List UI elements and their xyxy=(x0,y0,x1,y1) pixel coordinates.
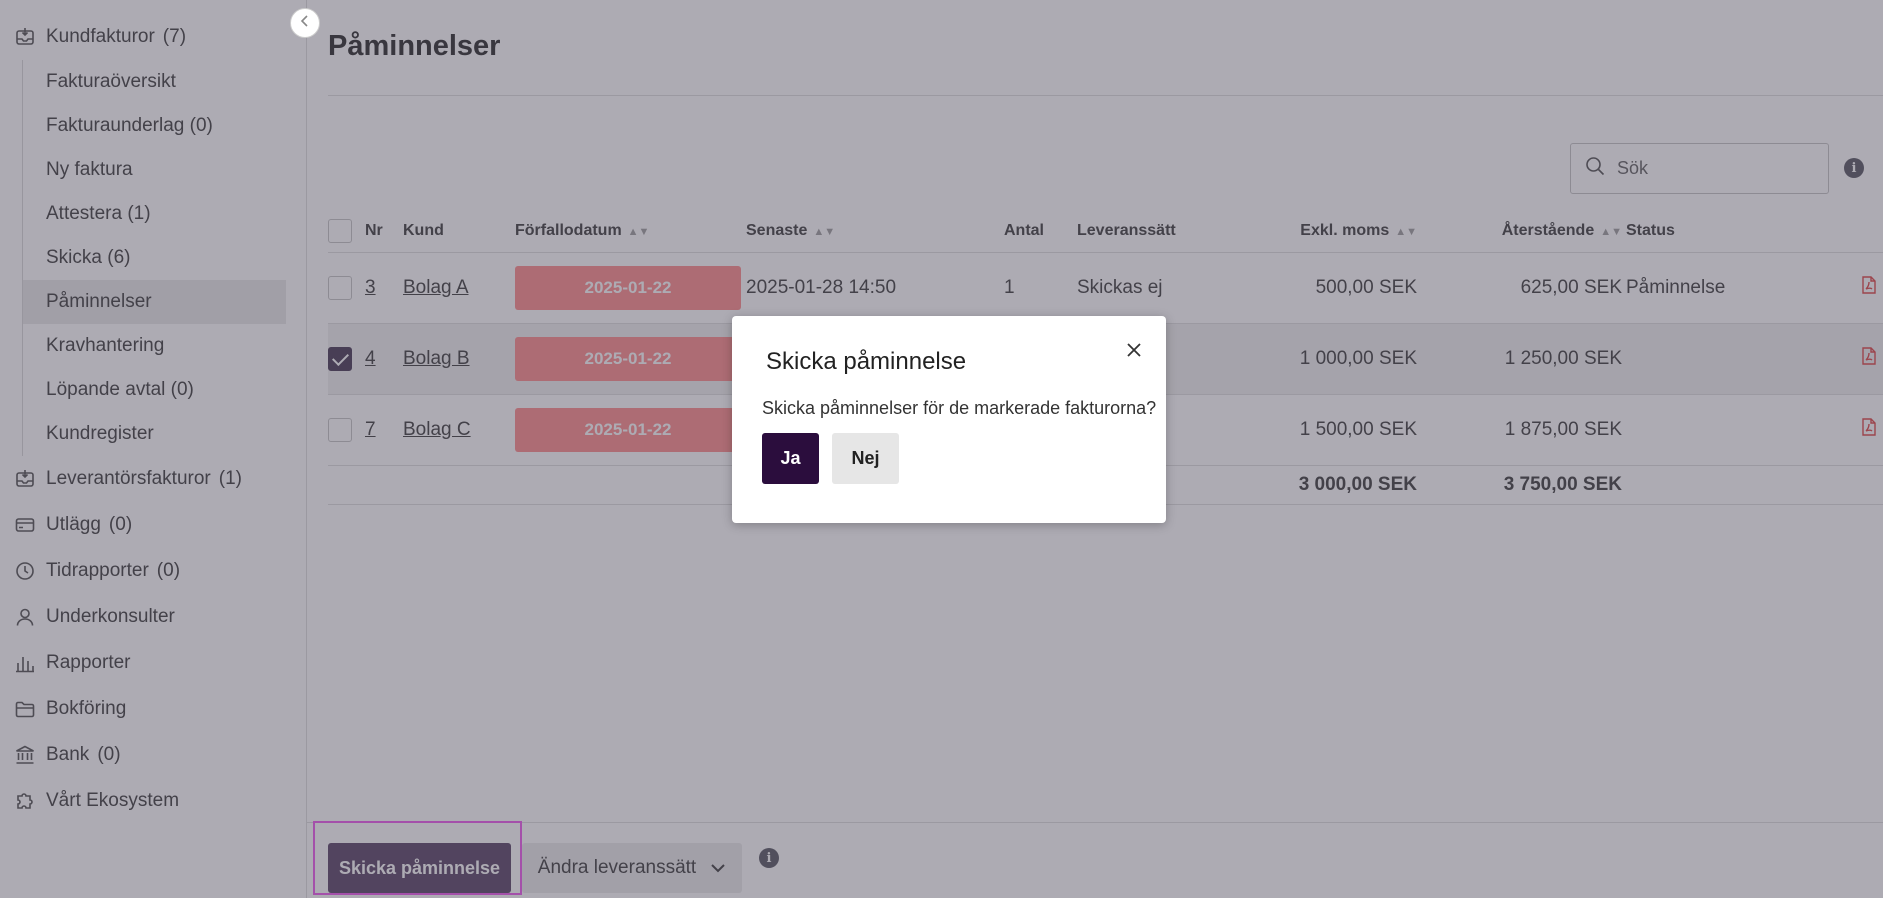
chevron-left-icon xyxy=(299,14,311,32)
confirm-yes-button[interactable]: Ja xyxy=(762,433,819,484)
confirm-no-button[interactable]: Nej xyxy=(832,433,899,484)
sidebar-collapse-button[interactable] xyxy=(290,8,320,38)
dialog-title: Skicka påminnelse xyxy=(766,348,967,375)
dialog-message: Skicka påminnelser för de markerade fakt… xyxy=(762,398,1157,418)
close-button[interactable] xyxy=(1120,338,1148,366)
close-icon xyxy=(1126,342,1142,363)
confirm-dialog: Skicka påminnelse Skicka påminnelser för… xyxy=(732,316,1166,523)
